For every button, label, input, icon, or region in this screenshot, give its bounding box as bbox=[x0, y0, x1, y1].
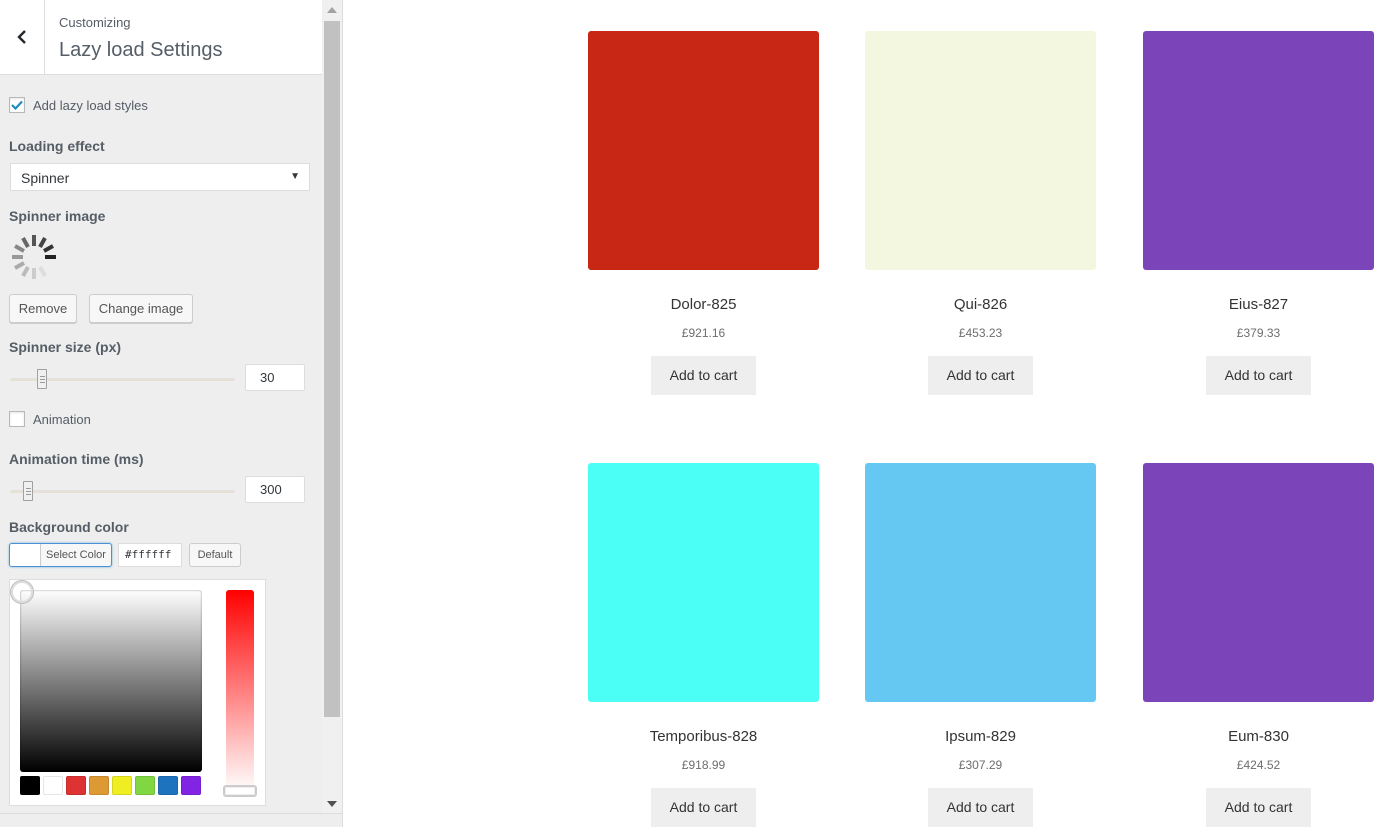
scroll-down-button[interactable] bbox=[322, 794, 342, 814]
product-image[interactable] bbox=[865, 31, 1096, 270]
product-card: Qui-826 £453.23 Add to cart bbox=[865, 31, 1096, 395]
panel-title: Lazy load Settings bbox=[59, 39, 223, 61]
product-price: £918.99 bbox=[681, 758, 726, 772]
product-name[interactable]: Eius-827 bbox=[1143, 296, 1374, 313]
palette-swatch[interactable] bbox=[89, 776, 109, 795]
product-price: £379.33 bbox=[1236, 326, 1281, 340]
remove-image-button[interactable]: Remove bbox=[9, 294, 77, 323]
product-price: £453.23 bbox=[958, 326, 1003, 340]
scroll-thumb[interactable] bbox=[324, 21, 340, 717]
product-price: £307.29 bbox=[958, 758, 1003, 772]
customizer-sidebar: Customizing Lazy load Settings Add lazy … bbox=[0, 0, 343, 827]
animation-option[interactable]: Animation bbox=[9, 411, 91, 427]
animation-time-input[interactable]: 300 bbox=[245, 476, 305, 503]
back-button[interactable] bbox=[0, 0, 45, 74]
animation-label: Animation bbox=[33, 411, 91, 427]
product-image[interactable] bbox=[1143, 31, 1374, 270]
product-image[interactable] bbox=[1143, 463, 1374, 702]
hue-slider[interactable] bbox=[226, 590, 254, 792]
product-price: £424.52 bbox=[1236, 758, 1281, 772]
spinner-image-label: Spinner image bbox=[9, 208, 106, 224]
palette-swatch[interactable] bbox=[112, 776, 132, 795]
product-card: Dolor-825 £921.16 Add to cart bbox=[588, 31, 819, 395]
add-to-cart-button[interactable]: Add to cart bbox=[928, 788, 1033, 827]
add-to-cart-button[interactable]: Add to cart bbox=[1206, 356, 1311, 395]
product-name[interactable]: Temporibus-828 bbox=[588, 728, 819, 745]
spinner-size-label: Spinner size (px) bbox=[9, 339, 122, 355]
product-image[interactable] bbox=[588, 463, 819, 702]
loading-effect-select[interactable]: Spinner ▼ bbox=[10, 163, 310, 191]
add-lazy-load-styles-checkbox[interactable] bbox=[9, 97, 25, 113]
spinner-size-input[interactable]: 30 bbox=[245, 364, 305, 391]
spinner-size-slider-handle[interactable] bbox=[37, 369, 47, 389]
product-card: Temporibus-828 £918.99 Add to cart bbox=[588, 463, 819, 827]
product-name[interactable]: Qui-826 bbox=[865, 296, 1096, 313]
current-color-swatch bbox=[10, 544, 41, 566]
palette-swatch[interactable] bbox=[43, 776, 63, 795]
product-name[interactable]: Dolor-825 bbox=[588, 296, 819, 313]
product-image[interactable] bbox=[588, 31, 819, 270]
palette-swatch[interactable] bbox=[20, 776, 40, 795]
color-picker-handle[interactable] bbox=[11, 581, 33, 603]
loading-effect-value: Spinner bbox=[21, 170, 70, 186]
add-to-cart-button[interactable]: Add to cart bbox=[651, 788, 756, 827]
chevron-left-icon bbox=[17, 30, 26, 44]
product-card: Eum-830 £424.52 Add to cart bbox=[1143, 463, 1374, 827]
color-palette bbox=[20, 776, 201, 795]
product-price: £921.16 bbox=[681, 326, 726, 340]
hex-color-input[interactable]: #ffffff bbox=[118, 543, 182, 567]
spinner-image-preview bbox=[12, 235, 56, 279]
color-picker bbox=[9, 579, 266, 806]
sidebar-scrollbar[interactable] bbox=[322, 0, 342, 814]
product-card: Ipsum-829 £307.29 Add to cart bbox=[865, 463, 1096, 827]
product-name[interactable]: Ipsum-829 bbox=[865, 728, 1096, 745]
animation-time-slider[interactable] bbox=[10, 490, 235, 493]
animation-checkbox[interactable] bbox=[9, 411, 25, 427]
background-color-label: Background color bbox=[9, 519, 129, 535]
saturation-value-area[interactable] bbox=[20, 590, 202, 772]
palette-swatch[interactable] bbox=[66, 776, 86, 795]
triangle-down-icon bbox=[327, 801, 337, 807]
add-lazy-load-styles-option[interactable]: Add lazy load styles bbox=[9, 97, 148, 113]
add-to-cart-button[interactable]: Add to cart bbox=[1206, 788, 1311, 827]
product-name[interactable]: Eum-830 bbox=[1143, 728, 1374, 745]
product-card: Eius-827 £379.33 Add to cart bbox=[1143, 31, 1374, 395]
dropdown-arrow-icon: ▼ bbox=[290, 171, 300, 182]
animation-time-label: Animation time (ms) bbox=[9, 451, 144, 467]
add-lazy-load-styles-label: Add lazy load styles bbox=[33, 97, 148, 113]
palette-swatch[interactable] bbox=[158, 776, 178, 795]
product-image[interactable] bbox=[865, 463, 1096, 702]
customizer-header: Customizing Lazy load Settings bbox=[0, 0, 322, 75]
default-color-button[interactable]: Default bbox=[189, 543, 241, 567]
loading-effect-label: Loading effect bbox=[9, 138, 105, 154]
header-subtitle: Customizing bbox=[59, 15, 131, 30]
palette-swatch[interactable] bbox=[135, 776, 155, 795]
triangle-up-icon bbox=[327, 7, 337, 13]
sidebar-footer-divider bbox=[0, 813, 342, 814]
select-color-button[interactable]: Select Color bbox=[9, 543, 112, 567]
add-to-cart-button[interactable]: Add to cart bbox=[928, 356, 1033, 395]
scroll-up-button[interactable] bbox=[322, 0, 342, 20]
add-to-cart-button[interactable]: Add to cart bbox=[651, 356, 756, 395]
change-image-button[interactable]: Change image bbox=[89, 294, 193, 323]
select-color-label: Select Color bbox=[46, 549, 106, 561]
checkmark-icon bbox=[11, 100, 23, 110]
palette-swatch[interactable] bbox=[181, 776, 201, 795]
hue-slider-handle[interactable] bbox=[223, 785, 257, 797]
animation-time-slider-handle[interactable] bbox=[23, 481, 33, 501]
